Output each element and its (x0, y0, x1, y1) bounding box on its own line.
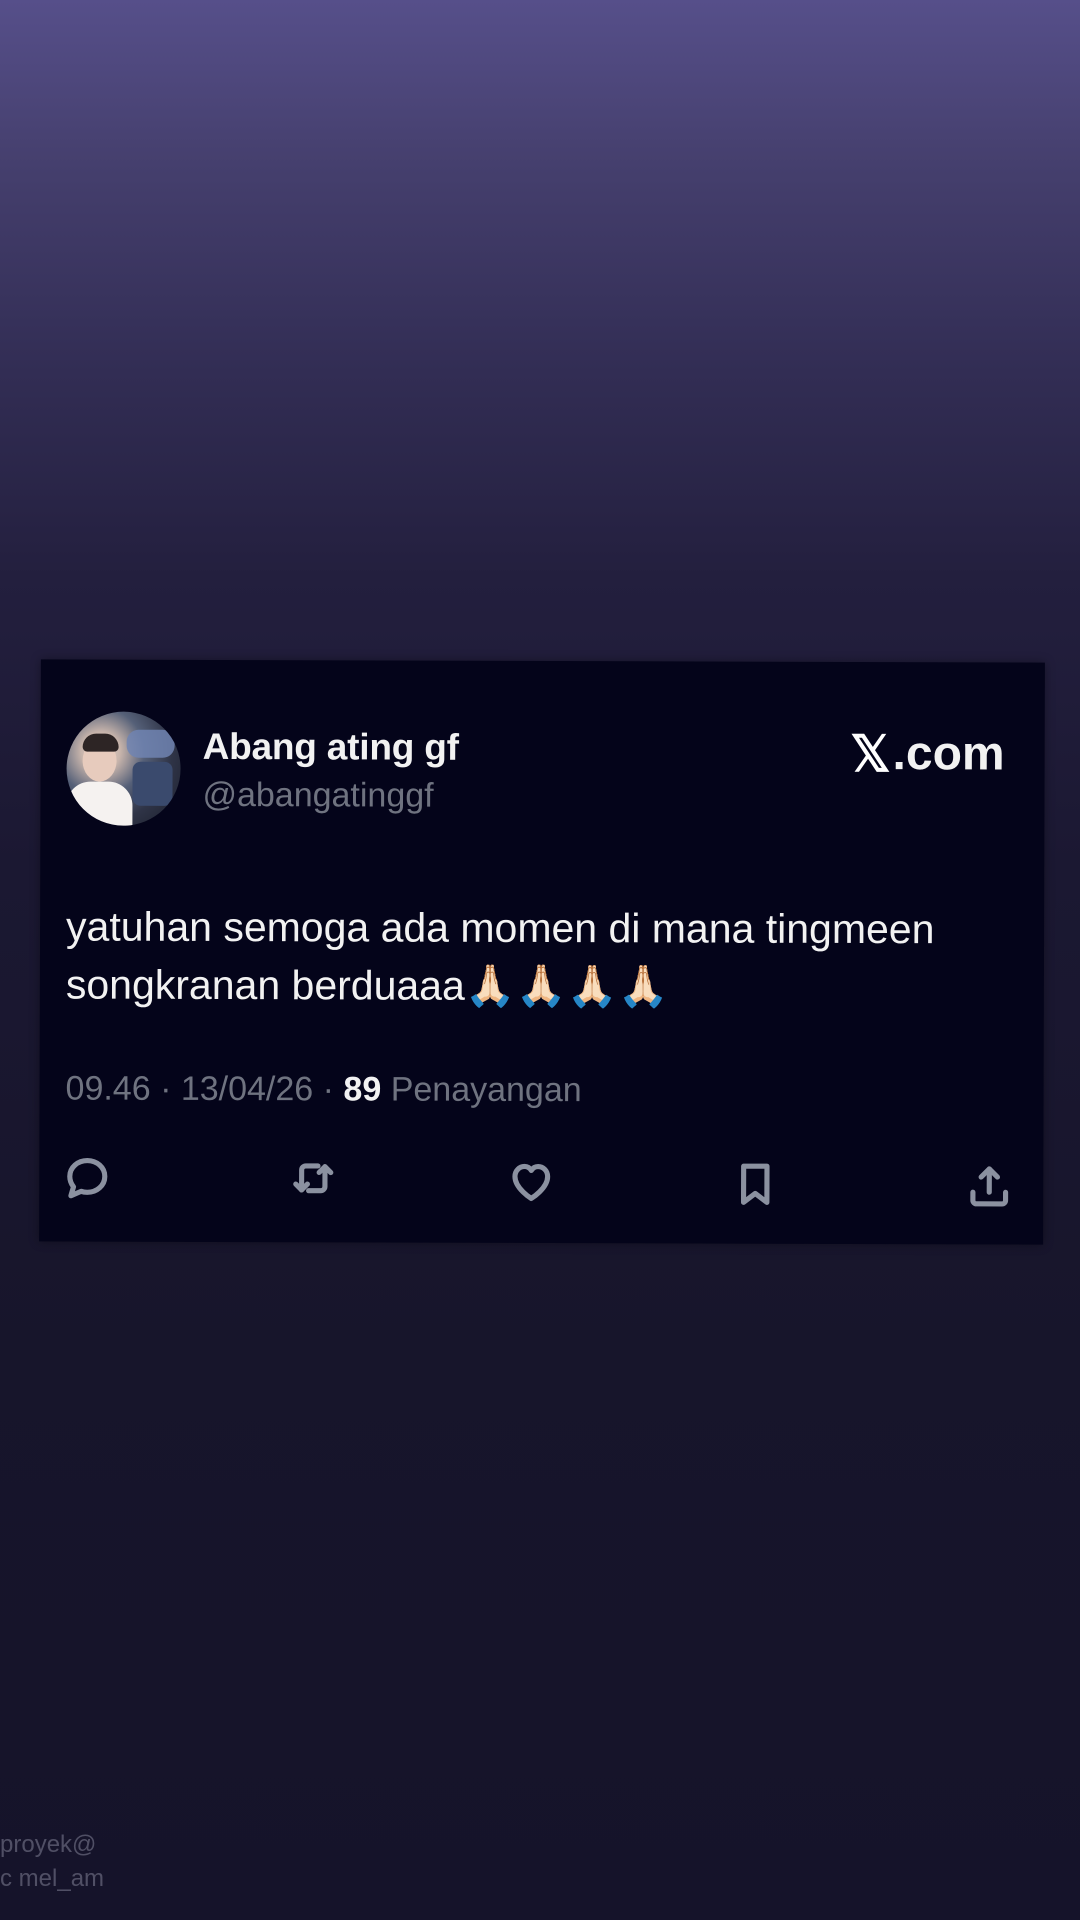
tweet-card: Abang ating gf @abangatinggf 𝕏 .com yatu… (39, 659, 1045, 1245)
tweet-date: 13/04/26 (180, 1069, 314, 1109)
meta-separator: · (150, 1069, 181, 1108)
watermark-line: proyek@ (0, 1831, 97, 1858)
avatar-hair (82, 733, 119, 752)
source-domain: .com (892, 727, 1005, 781)
share-icon[interactable] (961, 1158, 1017, 1214)
avatar-background-shape (126, 729, 175, 758)
retweet-icon[interactable] (285, 1150, 341, 1206)
avatar-shirt (66, 781, 133, 826)
tweet-actions (57, 1149, 1023, 1212)
tweet-meta: 09.46 · 13/04/26 · 89 Penayangan (66, 1070, 582, 1111)
bookmark-icon[interactable] (727, 1156, 783, 1212)
reply-icon[interactable] (59, 1149, 115, 1205)
meta-separator: · (313, 1070, 344, 1109)
heart-icon[interactable] (503, 1153, 559, 1209)
views-count: 89 (343, 1070, 382, 1109)
watermark-line: c mel_am (0, 1865, 105, 1892)
tweet-text: yatuhan semoga ada momen di mana tingmee… (65, 903, 935, 1010)
author-handle[interactable]: @abangatinggf (202, 776, 433, 816)
x-logo-icon: 𝕏 (850, 725, 891, 782)
avatar[interactable] (66, 711, 181, 826)
tweet-time: 09.46 (65, 1069, 151, 1108)
source-label: 𝕏 .com (850, 725, 1005, 782)
author-name[interactable]: Abang ating gf (203, 726, 459, 769)
watermark: proyek@ c mel_am (0, 1828, 104, 1896)
avatar-background-shape (132, 761, 173, 806)
views-label: Penayangan (381, 1070, 582, 1110)
